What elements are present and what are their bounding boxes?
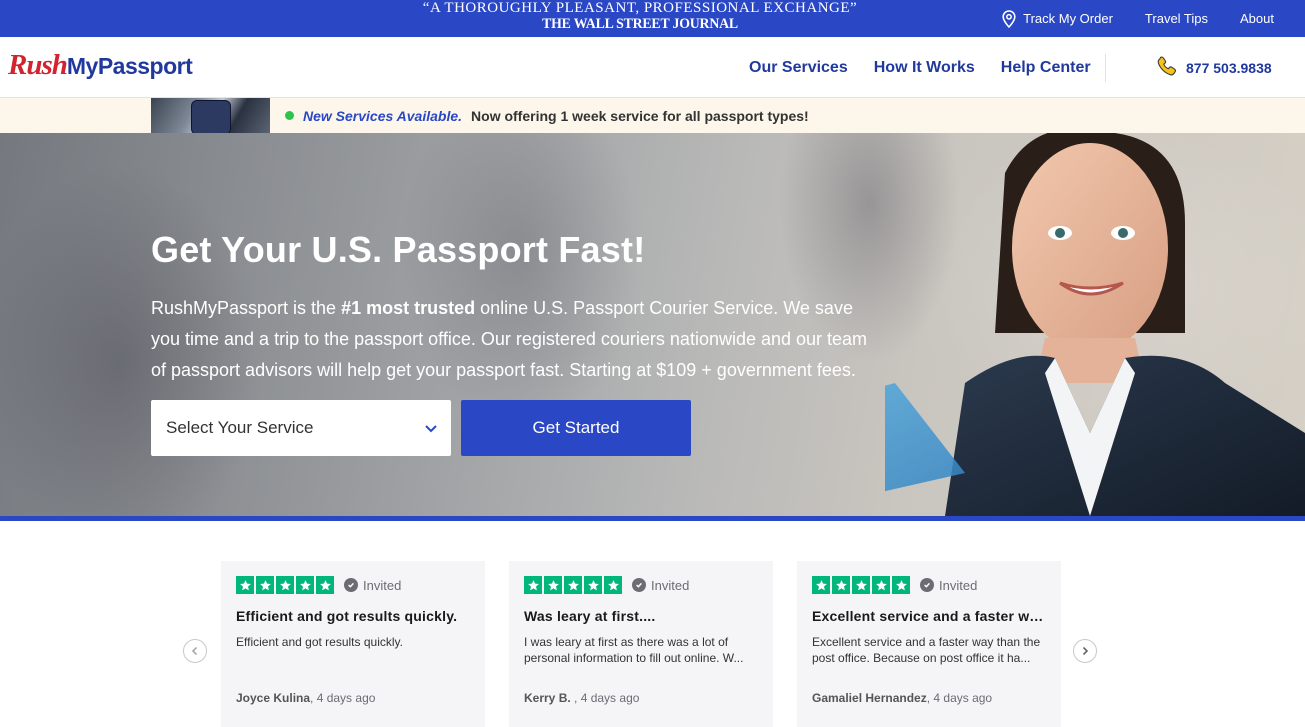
notice-content: New Services Available. Now offering 1 w…	[285, 98, 809, 133]
review-title: Excellent service and a faster way than …	[812, 608, 1046, 624]
logo-rush-text: Rush	[8, 49, 68, 81]
review-date: , 4 days ago	[574, 691, 640, 705]
service-select[interactable]: Select Your Service	[151, 400, 451, 456]
nav-help-center[interactable]: Help Center	[1001, 59, 1091, 77]
get-started-button[interactable]: Get Started	[461, 400, 691, 456]
star-icon	[812, 576, 830, 594]
star-icon	[564, 576, 582, 594]
review-card[interactable]: Invited Was leary at first.... I was lea…	[509, 561, 773, 727]
star-icon	[316, 576, 334, 594]
main-nav: Our Services How It Works Help Center	[749, 37, 1091, 98]
location-pin-icon	[1002, 9, 1016, 28]
hero-woman-image	[885, 133, 1305, 516]
review-title: Was leary at first....	[524, 608, 656, 624]
star-icon	[872, 576, 890, 594]
hero-desc-bold: #1 most trusted	[341, 298, 476, 318]
review-date: , 4 days ago	[310, 691, 376, 705]
check-circle-icon	[632, 578, 646, 592]
star-icon	[852, 576, 870, 594]
invited-badge: Invited	[632, 578, 689, 593]
review-title: Efficient and got results quickly.	[236, 608, 458, 624]
track-my-order-link[interactable]: Track My Order	[1002, 9, 1113, 28]
reviews-carousel: Invited Efficient and got results quickl…	[0, 521, 1305, 727]
top-links: Track My Order Travel Tips About	[1002, 0, 1274, 37]
press-quote-text: “A THOROUGHLY PLEASANT, PROFESSIONAL EXC…	[422, 0, 858, 16]
invited-badge: Invited	[344, 578, 401, 593]
hero-title: Get Your U.S. Passport Fast!	[151, 229, 646, 270]
notice-highlight[interactable]: New Services Available.	[303, 108, 462, 124]
review-card[interactable]: Invited Excellent service and a faster w…	[797, 561, 1061, 727]
review-rating: Invited	[236, 576, 470, 594]
notice-bar: New Services Available. Now offering 1 w…	[0, 98, 1305, 133]
press-source: THE WALL STREET JOURNAL	[542, 16, 738, 32]
invited-label: Invited	[651, 577, 690, 593]
invited-label: Invited	[939, 577, 978, 593]
star-icon	[524, 576, 542, 594]
review-body: Efficient and got results quickly.	[236, 635, 403, 649]
review-date: , 4 days ago	[926, 691, 993, 705]
review-rating: Invited	[812, 576, 1046, 594]
review-rating: Invited	[524, 576, 758, 594]
review-body: I was leary at first as there was a lot …	[524, 635, 744, 665]
hero-description: RushMyPassport is the #1 most trusted on…	[151, 293, 881, 386]
phone-number: 877 503.9838	[1186, 59, 1272, 76]
service-select-value: Select Your Service	[166, 418, 314, 437]
press-quote: “A THOROUGHLY PLEASANT, PROFESSIONAL EXC…	[420, 0, 860, 32]
travel-tips-link[interactable]: Travel Tips	[1145, 11, 1208, 26]
status-dot	[285, 111, 294, 120]
hero-desc-pre: RushMyPassport is the	[151, 298, 342, 318]
rushmypassport-logo[interactable]: Rush MyPassport	[8, 49, 193, 85]
invited-badge: Invited	[920, 578, 977, 593]
review-meta: Kerry B. , 4 days ago	[524, 691, 639, 705]
track-my-order-label: Track My Order	[1023, 11, 1113, 26]
phone-link[interactable]: 877 503.9838	[1156, 37, 1272, 98]
review-card[interactable]: Invited Efficient and got results quickl…	[221, 561, 485, 727]
check-circle-icon	[920, 578, 934, 592]
star-icon	[604, 576, 622, 594]
carousel-next-button[interactable]	[1073, 639, 1097, 663]
star-icon	[236, 576, 254, 594]
chevron-left-icon	[191, 646, 198, 656]
header-divider	[1105, 54, 1106, 82]
logo-mypassport-text: MyPassport	[66, 53, 193, 79]
star-icon	[296, 576, 314, 594]
invited-label: Invited	[363, 577, 402, 593]
chevron-down-icon	[423, 420, 439, 441]
top-bar: “A THOROUGHLY PLEASANT, PROFESSIONAL EXC…	[0, 0, 1305, 37]
star-icon	[256, 576, 274, 594]
review-meta: Gamaliel Hernandez, 4 days ago	[812, 691, 992, 705]
phone-icon	[1156, 55, 1178, 80]
review-meta: Joyce Kulina, 4 days ago	[236, 691, 375, 705]
review-body: Excellent service and a faster way than …	[812, 635, 1041, 665]
main-header: Rush MyPassport Our Services How It Work…	[0, 37, 1305, 98]
review-author: Kerry B.	[524, 691, 575, 705]
nav-how-it-works[interactable]: How It Works	[874, 59, 975, 77]
review-author: Gamaliel Hernandez	[812, 691, 927, 705]
star-icon	[892, 576, 910, 594]
star-icon	[584, 576, 602, 594]
check-circle-icon	[344, 578, 358, 592]
carousel-prev-button[interactable]	[183, 639, 207, 663]
notice-message: Now offering 1 week service for all pass…	[471, 107, 809, 124]
about-link[interactable]: About	[1240, 11, 1274, 26]
hero-banner: Get Your U.S. Passport Fast! RushMyPassp…	[0, 133, 1305, 516]
passport-thumbnail	[151, 98, 270, 133]
star-icon	[832, 576, 850, 594]
nav-our-services[interactable]: Our Services	[749, 59, 848, 77]
star-icon	[276, 576, 294, 594]
star-icon	[544, 576, 562, 594]
chevron-right-icon	[1082, 646, 1089, 656]
review-author: Joyce Kulina	[236, 691, 311, 705]
